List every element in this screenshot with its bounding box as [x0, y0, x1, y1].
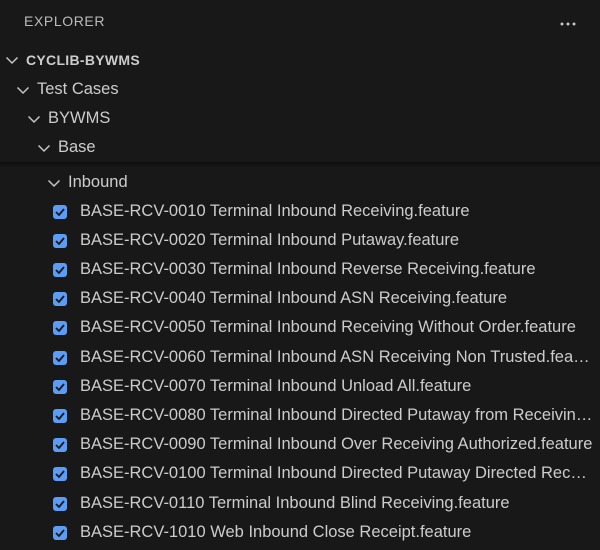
file-name: BASE-RCV-0030 Terminal Inbound Reverse R…: [80, 260, 536, 278]
check-icon[interactable]: [53, 379, 67, 394]
check-icon[interactable]: [53, 291, 67, 306]
file-name: BASE-RCV-0100 Terminal Inbound Directed …: [80, 464, 594, 482]
tree-file-item[interactable]: BASE-RCV-0020 Terminal Inbound Putaway.f…: [0, 226, 600, 255]
check-icon[interactable]: [53, 525, 67, 540]
tree-file-item[interactable]: BASE-RCV-0030 Terminal Inbound Reverse R…: [0, 255, 600, 284]
tree-file-item[interactable]: BASE-RCV-1010 Web Inbound Close Receipt.…: [0, 518, 600, 547]
file-name: BASE-RCV-0060 Terminal Inbound ASN Recei…: [80, 348, 594, 366]
file-name: BASE-RCV-0110 Terminal Inbound Blind Rec…: [80, 494, 510, 512]
file-name: BASE-RCV-0090 Terminal Inbound Over Rece…: [80, 435, 593, 453]
explorer-panel: EXPLORER CYCLIB-BYWMS Test Cases BYWMS B…: [0, 0, 600, 550]
check-icon[interactable]: [53, 262, 67, 277]
file-name: BASE-RCV-0070 Terminal Inbound Unload Al…: [80, 377, 472, 395]
tree-file-item[interactable]: BASE-RCV-0070 Terminal Inbound Unload Al…: [0, 372, 600, 401]
tree-file-item[interactable]: BASE-RCV-0080 Terminal Inbound Directed …: [0, 401, 600, 430]
tree-folder-label: BYWMS: [48, 109, 111, 127]
tree-folder-label: Inbound: [68, 173, 128, 191]
check-icon[interactable]: [53, 496, 67, 511]
check-icon[interactable]: [53, 204, 67, 219]
tree-file-item[interactable]: BASE-RCV-0040 Terminal Inbound ASN Recei…: [0, 284, 600, 313]
tree-root-folder[interactable]: CYCLIB-BYWMS: [0, 45, 600, 74]
check-icon[interactable]: [53, 233, 67, 248]
more-icon: [560, 13, 576, 31]
tree-root-label: CYCLIB-BYWMS: [26, 51, 141, 68]
tree-file-item[interactable]: BASE-RCV-0110 Terminal Inbound Blind Rec…: [0, 489, 600, 518]
check-icon[interactable]: [53, 320, 67, 335]
tree-folder-test-cases[interactable]: Test Cases: [0, 75, 600, 104]
tree-file-item[interactable]: BASE-RCV-0050 Terminal Inbound Receiving…: [0, 313, 600, 342]
tree-folder-label: Test Cases: [37, 80, 119, 98]
file-name: BASE-RCV-0050 Terminal Inbound Receiving…: [80, 318, 576, 336]
check-icon[interactable]: [53, 437, 67, 452]
tree-file-item[interactable]: BASE-RCV-0100 Terminal Inbound Directed …: [0, 459, 600, 488]
file-name: BASE-RCV-0080 Terminal Inbound Directed …: [80, 406, 594, 424]
explorer-header: EXPLORER: [0, 0, 600, 44]
tree-folder-base[interactable]: Base: [0, 133, 600, 162]
tree-file-item[interactable]: BASE-RCV-0090 Terminal Inbound Over Rece…: [0, 430, 600, 459]
check-icon[interactable]: [53, 350, 67, 365]
more-actions-button[interactable]: [554, 8, 582, 36]
chevron-down-icon: [4, 52, 20, 68]
file-name: BASE-RCV-0020 Terminal Inbound Putaway.f…: [80, 231, 460, 249]
explorer-title: EXPLORER: [24, 13, 106, 29]
chevron-down-icon: [46, 175, 62, 191]
file-name: BASE-RCV-0040 Terminal Inbound ASN Recei…: [80, 289, 508, 307]
chevron-down-icon: [15, 82, 31, 98]
check-icon[interactable]: [53, 466, 67, 481]
tree-file-item[interactable]: BASE-RCV-0060 Terminal Inbound ASN Recei…: [0, 343, 600, 372]
tree-file-item[interactable]: BASE-RCV-0010 Terminal Inbound Receiving…: [0, 197, 600, 226]
chevron-down-icon: [36, 140, 52, 156]
tree-folder-inbound[interactable]: Inbound: [0, 168, 600, 197]
check-icon[interactable]: [53, 408, 67, 423]
chevron-down-icon: [26, 111, 42, 127]
tree-folder-label: Base: [58, 138, 96, 156]
file-name: BASE-RCV-0010 Terminal Inbound Receiving…: [80, 202, 470, 220]
sticky-scroll-shadow: [0, 162, 600, 167]
file-name: BASE-RCV-1010 Web Inbound Close Receipt.…: [80, 523, 472, 541]
tree-folder-bywms[interactable]: BYWMS: [0, 104, 600, 133]
